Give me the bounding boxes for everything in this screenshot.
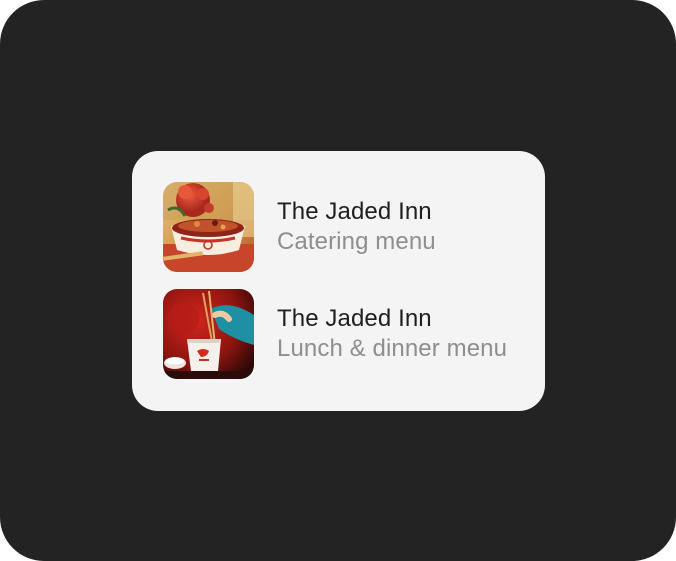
restaurant-name: The Jaded Inn (277, 198, 432, 225)
menu-item-text: The Jaded Inn Catering menu (277, 197, 436, 257)
menu-type-label: Catering menu (277, 228, 436, 255)
menu-item-catering[interactable]: The Jaded Inn Catering menu (163, 182, 533, 272)
menu-type-label: Lunch & dinner menu (277, 335, 508, 362)
takeout-box-chopsticks-image (163, 289, 254, 379)
dark-background: The Jaded Inn Catering menu The Jaded In… (0, 0, 676, 561)
menu-list-card: The Jaded Inn Catering menu The Jaded In… (132, 151, 545, 411)
catering-noodle-bowl-image (163, 182, 254, 272)
restaurant-name: The Jaded Inn (277, 305, 432, 332)
menu-item-text: The Jaded Inn Lunch & dinner menu (277, 304, 507, 364)
menu-item-lunch-dinner[interactable]: The Jaded Inn Lunch & dinner menu (163, 289, 533, 379)
